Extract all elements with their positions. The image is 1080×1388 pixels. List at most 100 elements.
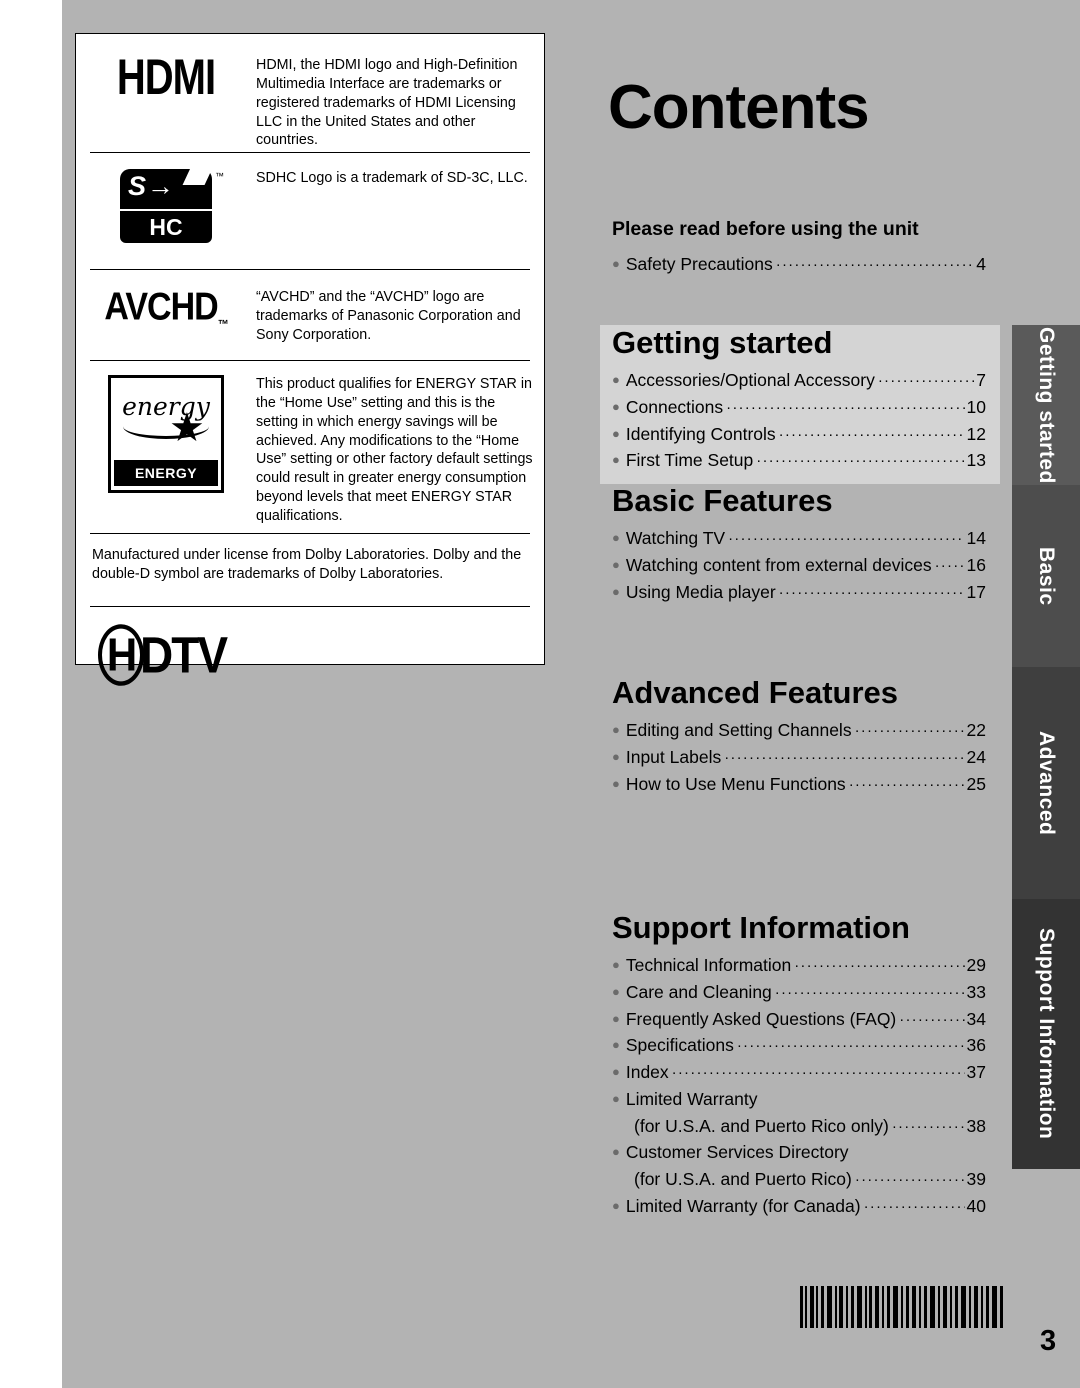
- toc-list-support-information: ● Technical Information ················…: [600, 952, 1000, 1230]
- toc-page-number: 24: [966, 746, 986, 767]
- toc-label: Editing and Setting Channels: [625, 720, 852, 740]
- toc-entry[interactable]: ● Watching content from external devices…: [612, 552, 986, 579]
- toc-entry[interactable]: ● Input Labels ·························…: [612, 744, 986, 771]
- toc-label: Connections: [625, 396, 724, 417]
- bullet-icon: ●: [612, 256, 620, 271]
- leader-dots: ········································…: [726, 398, 964, 416]
- toc-label: Customer Services Directory: [625, 1142, 849, 1163]
- bullet-icon: ●: [612, 748, 620, 764]
- leader-dots: ········································…: [736, 1037, 965, 1055]
- leader-dots: ········································…: [778, 425, 965, 443]
- toc-list-getting-started: ● Accessories/Optional Accessory ·······…: [600, 367, 1000, 484]
- section-advanced-features: Advanced Features ● Editing and Setting …: [600, 675, 1000, 807]
- leader-dots: ········································…: [778, 583, 965, 601]
- section-heading-support-information: Support Information: [612, 910, 910, 945]
- toc-label: (for U.S.A. and Puerto Rico): [634, 1168, 852, 1189]
- leader-dots: ········································…: [775, 256, 975, 273]
- toc-label: Accessories/Optional Accessory: [625, 370, 875, 390]
- toc-page-number: 34: [966, 1008, 986, 1029]
- section-getting-started: Getting started ● Accessories/Optional A…: [600, 325, 1000, 485]
- leader-dots: ········································…: [774, 983, 965, 1001]
- leader-dots: ········································…: [794, 957, 965, 974]
- toc-entry[interactable]: ● Limited Warranty (for Canada) ········…: [612, 1193, 986, 1220]
- bullet-icon: ●: [612, 1090, 620, 1106]
- bullet-icon: ●: [612, 530, 620, 545]
- toc-label: Limited Warranty: [625, 1088, 758, 1109]
- please-read-block: Please read before using the unit ● Safe…: [600, 218, 1000, 288]
- bullet-icon: ●: [612, 1037, 620, 1053]
- side-tab-getting-started[interactable]: Getting started: [1012, 325, 1080, 485]
- bullet-icon: ●: [612, 556, 620, 572]
- toc-page-number: 33: [966, 981, 986, 1002]
- bullet-icon: ●: [612, 1197, 620, 1213]
- toc-page-number: 39: [966, 1168, 986, 1189]
- avchd-icon: AVCHD™: [104, 284, 228, 332]
- toc-label: Frequently Asked Questions (FAQ): [625, 1008, 897, 1029]
- section-heading-advanced-features: Advanced Features: [612, 675, 898, 710]
- toc-label: (for U.S.A. and Puerto Rico only): [634, 1115, 889, 1136]
- toc-entry[interactable]: ● Connections ··························…: [612, 394, 986, 421]
- toc-label: Limited Warranty (for Canada): [625, 1195, 861, 1216]
- toc-label: Watching content from external devices: [625, 554, 932, 575]
- trademark-row-energystar: energy ★ ENERGY STAR This product qualif…: [76, 361, 544, 533]
- toc-entry[interactable]: ● Specifications ·······················…: [612, 1032, 986, 1059]
- toc-entry[interactable]: ● Editing and Setting Channels ·········…: [612, 717, 986, 744]
- trademark-text-hdmi: HDMI, the HDMI logo and High-Definition …: [256, 57, 518, 149]
- toc-entry[interactable]: (for U.S.A. and Puerto Rico only) ······…: [612, 1113, 986, 1140]
- toc-entry[interactable]: ● Accessories/Optional Accessory ·······…: [612, 367, 986, 394]
- sdhc-icon: S→ ™ HC: [76, 169, 256, 243]
- section-basic-features: Basic Features ● Watching TV ···········…: [600, 483, 1000, 615]
- toc-label: Input Labels: [625, 746, 722, 767]
- leader-dots: ··································: [934, 556, 965, 574]
- toc-entry[interactable]: ● Using Media player ···················…: [612, 579, 986, 606]
- side-tab-basic[interactable]: Basic: [1012, 485, 1080, 667]
- leader-dots: ········································…: [877, 372, 974, 389]
- toc-page-number: 25: [966, 773, 986, 794]
- toc-entry[interactable]: ● Customer Services Directory: [612, 1139, 986, 1166]
- toc-label: Technical Information: [625, 955, 792, 975]
- bullet-icon: ●: [612, 957, 620, 972]
- toc-entry[interactable]: ● Watching TV ··························…: [612, 525, 986, 552]
- hdmi-icon: HDMI: [76, 50, 256, 105]
- toc-label: Watching TV: [625, 528, 726, 548]
- dolby-text: Manufactured under license from Dolby La…: [92, 547, 522, 582]
- leader-dots: ······························: [899, 1010, 964, 1028]
- toc-entry[interactable]: ● Care and Cleaning ····················…: [612, 979, 986, 1006]
- bullet-icon: ●: [612, 425, 620, 441]
- leader-dots: ······································: [891, 1117, 965, 1135]
- toc-entry[interactable]: ● Index ································…: [612, 1059, 986, 1086]
- toc-page-number: 40: [966, 1195, 986, 1216]
- barcode: [800, 1286, 1003, 1328]
- toc-list-advanced-features: ● Editing and Setting Channels ·········…: [600, 717, 1000, 807]
- toc-label: Identifying Controls: [625, 423, 776, 444]
- toc-page-number: 13: [966, 450, 986, 471]
- leader-dots: ········································…: [848, 775, 965, 793]
- toc-entry[interactable]: (for U.S.A. and Puerto Rico) ···········…: [612, 1166, 986, 1193]
- toc-page-number: 16: [966, 554, 986, 575]
- toc-list-basic-features: ● Watching TV ··························…: [600, 525, 1000, 615]
- toc-entry[interactable]: ● Limited Warranty: [612, 1086, 986, 1113]
- toc-entry[interactable]: ● First Time Setup ·····················…: [612, 447, 986, 474]
- toc-entry[interactable]: ● Identifying Controls ·················…: [612, 421, 986, 448]
- trademark-row-sdhc: S→ ™ HC SDHC Logo is a trademark of SD-3…: [76, 153, 544, 269]
- toc-entry[interactable]: ● How to Use Menu Functions ············…: [612, 771, 986, 798]
- toc-entry[interactable]: ● Frequently Asked Questions (FAQ) ·····…: [612, 1006, 986, 1033]
- page-number: 3: [1040, 1325, 1057, 1357]
- toc-page-number: 22: [966, 720, 986, 740]
- toc-page-number: 4: [976, 254, 986, 274]
- toc-list-please-read: ● Safety Precautions ···················…: [600, 251, 1000, 288]
- toc-page-number: 36: [966, 1035, 986, 1056]
- bullet-icon: ●: [612, 372, 620, 387]
- toc-label: Safety Precautions: [625, 254, 773, 274]
- side-tab-advanced[interactable]: Advanced: [1012, 667, 1080, 899]
- section-support-information: Support Information ● Technical Informat…: [600, 910, 1000, 1230]
- bullet-icon: ●: [612, 452, 620, 468]
- section-heading-basic-features: Basic Features: [612, 483, 833, 518]
- bullet-icon: ●: [612, 1064, 620, 1080]
- toc-entry[interactable]: ● Technical Information ················…: [612, 952, 986, 979]
- side-tab-support-information[interactable]: Support Information: [1012, 899, 1080, 1169]
- section-heading-getting-started: Getting started: [612, 325, 833, 360]
- toc-entry[interactable]: ● Safety Precautions ···················…: [612, 251, 986, 278]
- avchd-logo-text: AVCHD: [104, 284, 218, 329]
- toc-label: Care and Cleaning: [625, 981, 772, 1002]
